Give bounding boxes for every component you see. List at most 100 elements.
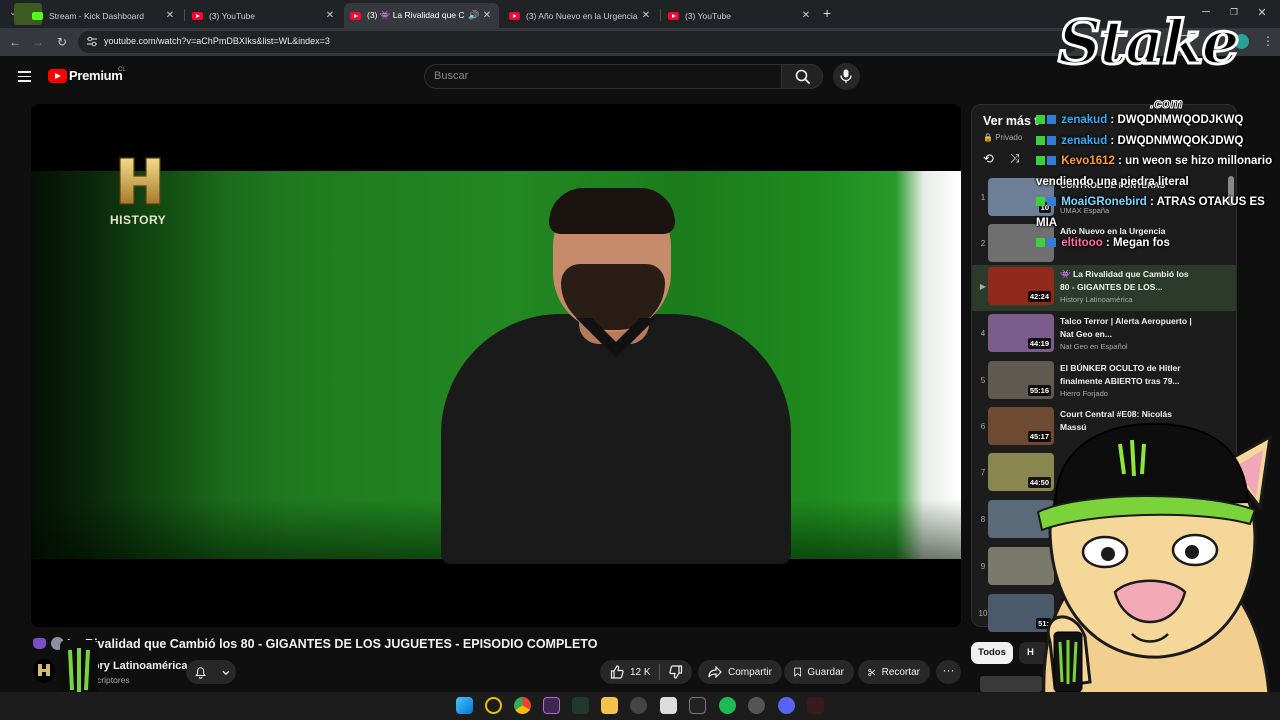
browser-menu-icon[interactable]: ⋮ xyxy=(1262,34,1274,48)
audio-icon[interactable]: 🔊 xyxy=(467,10,481,21)
playlist-item-channel: Hierro Forjado xyxy=(1060,389,1108,398)
playlist-item-title[interactable]: Talco Terror | Alerta Aeropuerto | Nat G… xyxy=(1060,315,1200,341)
playlist-privacy: 🔒 Privado xyxy=(983,133,1022,142)
voice-search-button[interactable] xyxy=(833,63,860,90)
video-duration: 44:19 xyxy=(1027,338,1051,349)
thumbs-down-icon[interactable] xyxy=(668,665,683,679)
video-duration: 42:24 xyxy=(1027,291,1051,302)
youtube-icon xyxy=(509,11,520,20)
app-icon[interactable] xyxy=(689,697,706,714)
loop-icon[interactable]: ⟲ xyxy=(983,151,994,167)
chrome-icon[interactable] xyxy=(514,697,531,714)
chat-badge-icon xyxy=(1047,238,1056,248)
reload-icon[interactable]: ↻ xyxy=(54,34,70,50)
monster-claw-icon xyxy=(68,648,90,692)
share-button[interactable]: Compartir xyxy=(698,660,782,684)
close-icon[interactable]: ✕ xyxy=(324,10,336,21)
video-thumbnail[interactable]: 55:16 xyxy=(988,361,1054,399)
video-thumbnail[interactable]: 44:19 xyxy=(988,314,1054,352)
channel-avatar[interactable] xyxy=(33,659,55,683)
chat-badge-icon xyxy=(1047,197,1056,207)
window-close-icon[interactable]: ✕ xyxy=(1254,6,1270,19)
chevron-down-icon xyxy=(222,670,230,675)
lock-icon: 🔒 xyxy=(983,133,993,142)
playlist-item-title[interactable]: 👾 La Rivalidad que Cambió los 80 - GIGAN… xyxy=(1060,268,1200,294)
tab-youtube-2[interactable]: (3) YouTube ✕ xyxy=(662,3,818,28)
save-button[interactable]: Guardar xyxy=(784,660,854,684)
shuffle-icon[interactable]: ⤨ xyxy=(1010,151,1020,166)
chat-message: Kevo1612 : un weon se hizo millonario ve… xyxy=(1036,155,1273,188)
app-icon[interactable] xyxy=(572,697,589,714)
back-icon[interactable]: ← xyxy=(7,34,23,50)
close-icon[interactable]: ✕ xyxy=(164,10,176,21)
app-icon[interactable] xyxy=(807,697,824,714)
chat-badge-icon xyxy=(1036,197,1045,207)
tab-youtube-1[interactable]: (3) YouTube ✕ xyxy=(186,3,342,28)
playlist-item[interactable]: 4 44:19 Talco Terror | Alerta Aeropuerto… xyxy=(972,312,1236,358)
playlist-title[interactable]: Ver más t xyxy=(983,114,1039,128)
app-icon[interactable] xyxy=(543,697,560,714)
youtube-premium-label[interactable]: Premium xyxy=(69,68,123,83)
file-explorer-icon[interactable] xyxy=(601,697,618,714)
close-icon[interactable]: ✕ xyxy=(800,10,812,21)
vtuber-cat-avatar xyxy=(1036,422,1272,720)
stake-sponsor-logo: Stake xyxy=(1057,7,1242,80)
like-button[interactable]: 12 K xyxy=(600,660,692,684)
chat-badge-icon xyxy=(1036,238,1045,248)
app-icon[interactable] xyxy=(485,697,502,714)
spotify-icon[interactable] xyxy=(719,697,736,714)
tab-kick-dashboard[interactable]: Stream - Kick Dashboard ✕ xyxy=(26,3,182,28)
tab-ano-nuevo[interactable]: (3) Año Nuevo en la Urgencia ✕ xyxy=(503,3,658,28)
tab-title: (3) 👾 La Rivalidad que C xyxy=(367,10,465,20)
video-player[interactable]: HISTORY xyxy=(31,104,961,627)
chat-badge-icon xyxy=(1047,115,1056,125)
scissors-icon xyxy=(868,668,876,676)
playlist-item[interactable]: 5 55:16 El BÚNKER OCULTO de Hitler final… xyxy=(972,359,1236,405)
filter-chip-all[interactable]: Todos xyxy=(971,642,1013,664)
discord-icon[interactable] xyxy=(778,697,795,714)
tab-active-rivalidad[interactable]: (3) 👾 La Rivalidad que C 🔊 ✕ xyxy=(344,3,499,28)
chat-username: zenakud xyxy=(1061,134,1108,147)
playlist-index: 10 xyxy=(978,609,988,618)
search-button[interactable] xyxy=(781,64,823,89)
video-title: La Rivalidad que Cambió los 80 - GIGANTE… xyxy=(67,637,598,651)
chat-text: DWQDNMWQOKJDWQ xyxy=(1117,134,1244,147)
notification-bell-button[interactable] xyxy=(186,660,236,684)
obs-icon[interactable] xyxy=(630,697,647,714)
site-info-icon[interactable] xyxy=(86,36,98,47)
clip-button[interactable]: Recortar xyxy=(858,660,930,684)
tab-title: Stream - Kick Dashboard xyxy=(49,10,144,21)
alien-emoji-icon xyxy=(33,638,46,649)
playlist-index: 8 xyxy=(980,515,986,524)
chat-message: zenakud : DWQDNMWQODJKWQ xyxy=(1036,110,1280,131)
forward-icon[interactable]: → xyxy=(30,34,46,50)
steam-icon[interactable] xyxy=(748,697,765,714)
video-thumbnail[interactable]: 42:24 xyxy=(988,267,1054,305)
close-icon[interactable]: ✕ xyxy=(481,10,493,21)
save-label: Guardar xyxy=(807,666,844,678)
menu-icon[interactable] xyxy=(18,71,31,82)
playlist-item-channel: Nat Geo en Español xyxy=(1060,342,1128,351)
windows-start-icon[interactable] xyxy=(456,697,473,714)
playlist-item-title[interactable]: El BÚNKER OCULTO de Hitler finalmente AB… xyxy=(1060,362,1200,388)
chat-message: zenakud : DWQDNMWQOKJDWQ xyxy=(1036,131,1280,152)
youtube-logo-icon[interactable] xyxy=(48,69,67,83)
tab-separator xyxy=(184,9,185,21)
playlist-index: 1 xyxy=(980,193,986,202)
new-tab-button[interactable]: + xyxy=(823,5,831,21)
more-actions-icon[interactable]: ··· xyxy=(936,660,961,684)
like-count: 12 K xyxy=(630,666,651,678)
chat-username: Kevo1612 xyxy=(1061,155,1115,167)
bell-icon xyxy=(195,666,206,679)
stream-chat-overlay: zenakud : DWQDNMWQODJKWQ zenakud : DWQDN… xyxy=(1036,110,1280,254)
presenter-hair xyxy=(549,188,675,234)
playlist-item[interactable]: ▶ 42:24 👾 La Rivalidad que Cambió los 80… xyxy=(972,265,1236,311)
app-icon[interactable] xyxy=(660,697,677,714)
tab-title: (3) YouTube xyxy=(209,10,255,21)
chat-badge-icon xyxy=(1036,156,1045,166)
stake-sponsor-tld: .com xyxy=(1150,95,1184,112)
mic-icon xyxy=(840,69,852,83)
chat-text: DWQDNMWQODJKWQ xyxy=(1117,114,1244,126)
search-input[interactable] xyxy=(424,64,782,89)
close-icon[interactable]: ✕ xyxy=(640,10,652,21)
